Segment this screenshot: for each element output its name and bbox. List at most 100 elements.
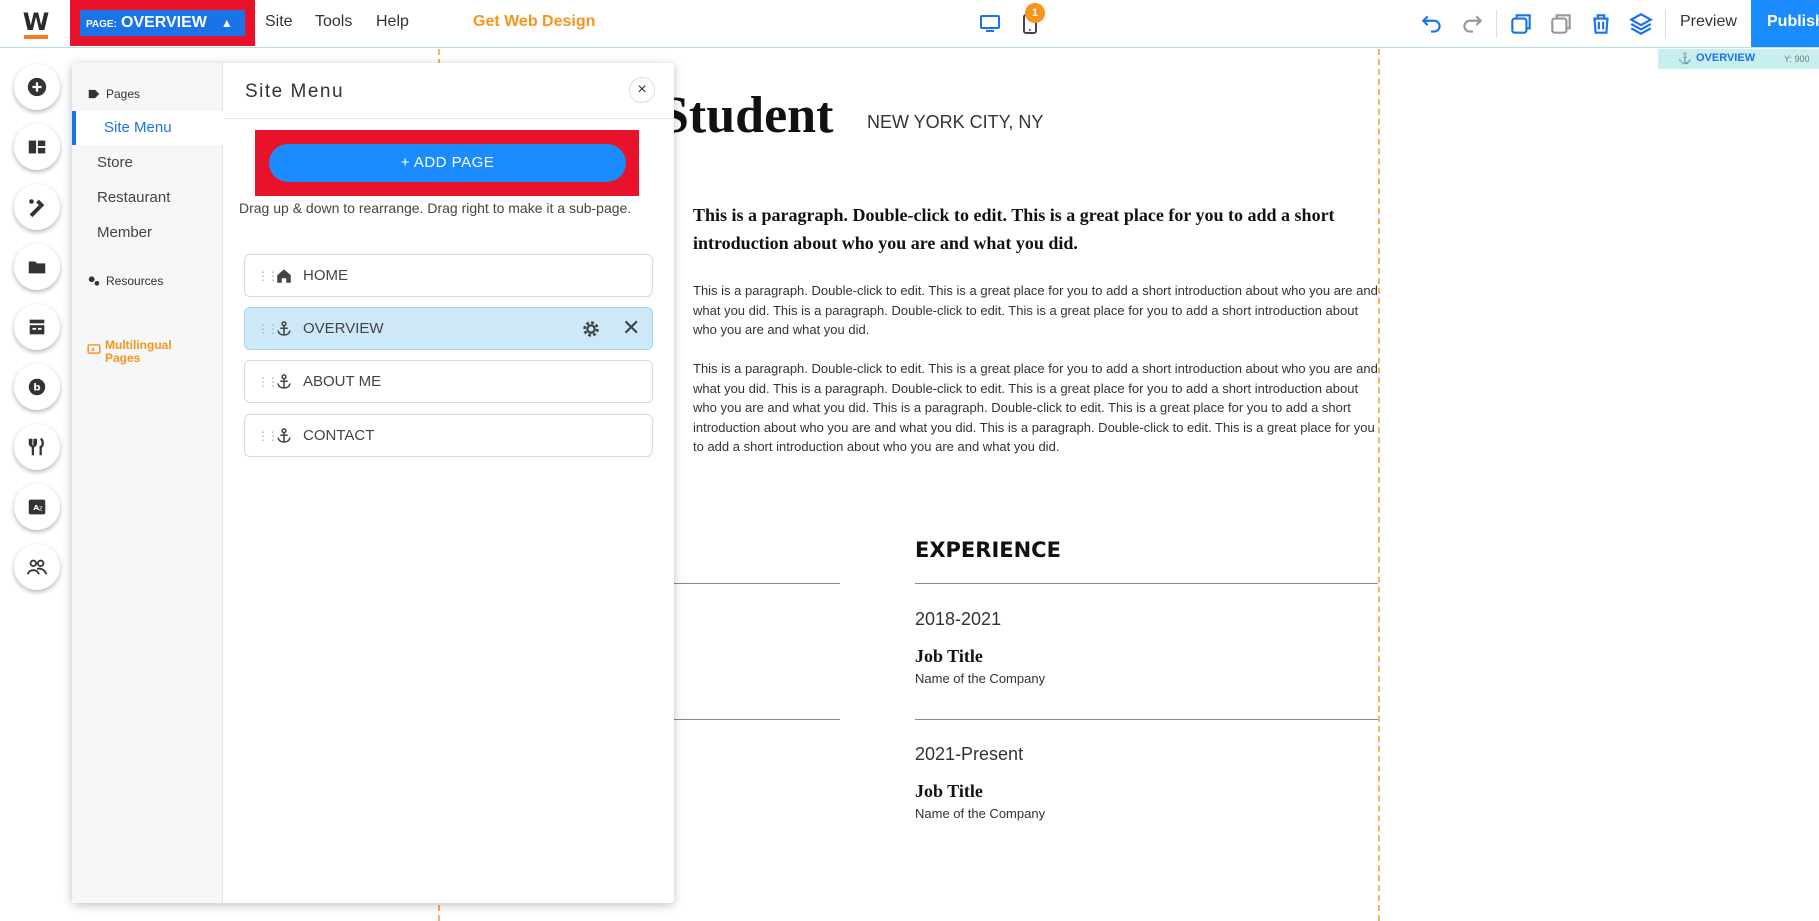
preview-button[interactable]: Preview (1680, 13, 1737, 31)
blog-icon: b (28, 378, 46, 396)
sidebar-item-site-menu[interactable]: Site Menu (72, 111, 223, 145)
page-label: HOME (303, 267, 348, 284)
drag-handle-icon[interactable]: ⋮⋮ (257, 375, 279, 389)
lead-paragraph[interactable]: This is a paragraph. Double-click to edi… (693, 201, 1383, 257)
page-row-home[interactable]: ⋮⋮ HOME (244, 254, 653, 297)
panel-sidebar: Pages Site Menu Store Restaurant Member … (72, 63, 223, 903)
notification-badge: 1 (1025, 3, 1045, 23)
page-prefix-label: PAGE: (86, 19, 117, 30)
pages-section-label: Pages (106, 87, 141, 101)
delete-icon[interactable] (1588, 11, 1614, 37)
experience-job-title[interactable]: Job Title (915, 646, 983, 667)
drag-handle-icon[interactable]: ⋮⋮ (257, 429, 279, 443)
add-icon (27, 77, 47, 97)
multilingual-label-line1: Multilingual (105, 338, 172, 352)
store-button[interactable] (14, 304, 60, 350)
current-page-name: OVERVIEW (120, 14, 207, 31)
paragraph-2[interactable]: This is a paragraph. Double-click to edi… (693, 359, 1383, 457)
top-toolbar: W PAGE: OVERVIEW ▲ Site Tools Help Get W… (0, 0, 1819, 48)
location-text[interactable]: NEW YORK CITY, NY (867, 112, 1043, 133)
experience-job-title[interactable]: Job Title (915, 781, 983, 802)
svg-text:z: z (39, 504, 43, 513)
pages-section: Pages (87, 87, 140, 101)
anchor-name: OVERVIEW (1696, 52, 1756, 64)
page-row-about-me[interactable]: ⋮⋮ ABOUT ME (244, 360, 653, 403)
menu-tools[interactable]: Tools (315, 13, 352, 31)
anchor-icon (277, 427, 291, 443)
page-tag-icon (88, 89, 100, 99)
panel-title: Site Menu (245, 81, 345, 102)
anchor-icon (277, 320, 291, 336)
home-icon (277, 268, 291, 283)
svg-text:A: A (91, 347, 95, 353)
experience-years[interactable]: 2018-2021 (915, 609, 1001, 630)
page-selector-button[interactable]: PAGE: OVERVIEW ▲ (80, 10, 245, 36)
experience-company[interactable]: Name of the Company (915, 806, 1045, 821)
experience-years[interactable]: 2021-Present (915, 744, 1023, 765)
members-icon (26, 559, 48, 575)
toolbar-separator (1496, 10, 1497, 38)
menu-help[interactable]: Help (376, 13, 409, 31)
gear-icon[interactable] (580, 318, 602, 340)
multilingual-button[interactable]: Az (14, 484, 60, 530)
multilingual-pages-item[interactable]: A Multilingual Pages (87, 338, 172, 365)
resources-label: Resources (106, 274, 164, 288)
delete-page-icon[interactable]: ✕ (622, 317, 640, 339)
site-menu-panel: Pages Site Menu Store Restaurant Member … (72, 63, 674, 903)
page-row-overview[interactable]: ⋮⋮ OVERVIEW ✕ (244, 307, 653, 350)
page-label: OVERVIEW (303, 320, 384, 337)
anchor-y-position: Y: 900 (1784, 54, 1810, 64)
drag-handle-icon[interactable]: ⋮⋮ (257, 322, 279, 336)
drag-handle-icon[interactable]: ⋮⋮ (257, 269, 279, 283)
layers-icon[interactable] (1628, 11, 1654, 37)
design-icon (29, 199, 45, 218)
menu-site[interactable]: Site (265, 13, 293, 31)
panel-divider (224, 118, 674, 119)
experience-company[interactable]: Name of the Company (915, 671, 1045, 686)
undo-icon[interactable] (1419, 11, 1445, 37)
divider (672, 719, 840, 720)
site-logo[interactable]: W (22, 8, 50, 39)
get-web-design-link[interactable]: Get Web Design (473, 13, 595, 31)
resources-section[interactable]: Resources (87, 274, 163, 288)
divider (915, 583, 1378, 584)
sidebar-item-member[interactable]: Member (72, 216, 223, 250)
restaurant-button[interactable] (14, 424, 60, 470)
canvas-guide-right (1378, 49, 1380, 921)
publish-button[interactable]: Publish (1751, 0, 1819, 47)
layout-button[interactable] (14, 124, 60, 170)
sidebar-item-store[interactable]: Store (72, 146, 223, 180)
blog-button[interactable]: b (14, 364, 60, 410)
files-button[interactable] (14, 244, 60, 290)
svg-text:b: b (33, 383, 40, 394)
divider (915, 719, 1378, 720)
chevron-up-icon: ▲ (220, 16, 233, 30)
close-icon[interactable]: × (629, 77, 655, 103)
paste-element-icon[interactable] (1548, 11, 1574, 37)
design-button[interactable] (14, 184, 60, 230)
members-button[interactable] (14, 544, 60, 590)
redo-icon[interactable] (1459, 11, 1485, 37)
anchor-icon (277, 373, 291, 389)
page-label: CONTACT (303, 427, 375, 444)
divider (672, 583, 840, 584)
anchor-indicator: ⚓ OVERVIEW Y: 900 (1658, 49, 1819, 69)
multilingual-label-line2: Pages (105, 351, 141, 365)
resources-icon (88, 276, 100, 286)
drag-hint-text: Drag up & down to rearrange. Drag right … (239, 200, 632, 216)
add-element-button[interactable] (14, 64, 60, 110)
anchor-icon: ⚓ (1678, 53, 1692, 65)
multilingual-icon: A (87, 344, 101, 354)
copy-element-icon[interactable] (1508, 11, 1534, 37)
logo-w-icon: W (22, 8, 50, 36)
page-row-contact[interactable]: ⋮⋮ CONTACT (244, 414, 653, 457)
add-page-button[interactable]: + ADD PAGE (269, 144, 626, 182)
paragraph-1[interactable]: This is a paragraph. Double-click to edi… (693, 281, 1383, 340)
layout-icon (28, 140, 46, 154)
store-icon (29, 319, 45, 335)
translate-icon: Az (28, 499, 46, 515)
page-title[interactable]: Student (660, 86, 833, 145)
sidebar-item-restaurant[interactable]: Restaurant (72, 181, 223, 215)
desktop-view-icon[interactable] (978, 12, 1002, 36)
experience-heading[interactable]: EXPERIENCE (915, 538, 1061, 562)
